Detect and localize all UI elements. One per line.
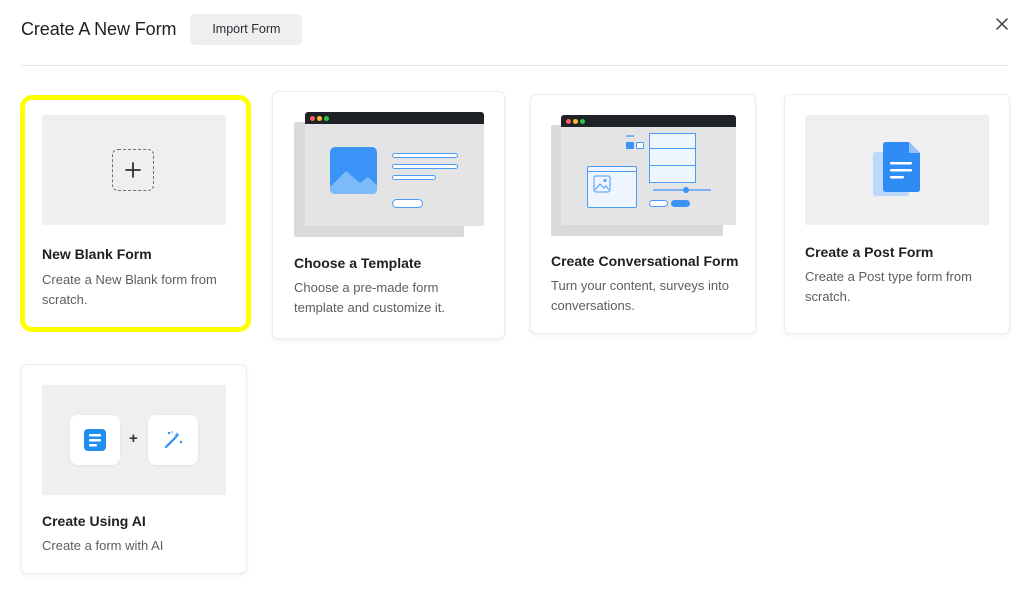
header-divider — [21, 65, 1008, 66]
card-description: Choose a pre-made form template and cust… — [294, 280, 446, 315]
choose-template-card[interactable]: Choose a Template Choose a pre-made form… — [272, 91, 505, 339]
modal-title: Create A New Form — [21, 18, 177, 39]
import-form-button[interactable]: Import Form — [190, 13, 303, 45]
card-title: New Blank Form — [42, 246, 152, 262]
form-icon — [84, 429, 106, 451]
image-icon — [593, 175, 611, 193]
card-title: Create Conversational Form — [551, 253, 739, 269]
document-icon — [873, 142, 920, 196]
card-title: Create Using AI — [42, 513, 146, 529]
card-description: Create a New Blank form from scratch. — [42, 272, 217, 307]
close-icon — [996, 18, 1008, 30]
card-title: Create a Post Form — [805, 244, 934, 260]
magic-wand-icon — [164, 431, 183, 449]
blank-form-thumbnail — [42, 115, 226, 225]
template-thumbnail — [294, 112, 484, 237]
new-blank-form-card[interactable]: New Blank Form Create a New Blank form f… — [20, 95, 251, 332]
conversational-form-card[interactable]: Create Conversational Form Turn your con… — [530, 94, 756, 334]
image-icon — [330, 147, 377, 194]
create-using-ai-card[interactable]: + Create Using AI Create a form with AI — [21, 364, 247, 574]
card-title: Choose a Template — [294, 255, 422, 271]
modal-header: Create A New Form Import Form — [21, 13, 303, 45]
plus-icon — [125, 162, 141, 178]
card-description: Turn your content, surveys into conversa… — [551, 278, 729, 313]
conversational-thumbnail — [551, 115, 736, 236]
post-form-thumbnail — [805, 115, 989, 225]
post-form-card[interactable]: Create a Post Form Create a Post type fo… — [784, 94, 1010, 334]
create-form-modal: Create A New Form Import Form New Blank … — [0, 0, 1024, 609]
card-description: Create a Post type form from scratch. — [805, 269, 972, 304]
close-button[interactable] — [992, 14, 1012, 34]
ai-thumbnail: + — [42, 385, 226, 495]
plus-sign: + — [129, 430, 138, 447]
card-description: Create a form with AI — [42, 538, 164, 553]
dashed-plus-box — [112, 149, 154, 191]
